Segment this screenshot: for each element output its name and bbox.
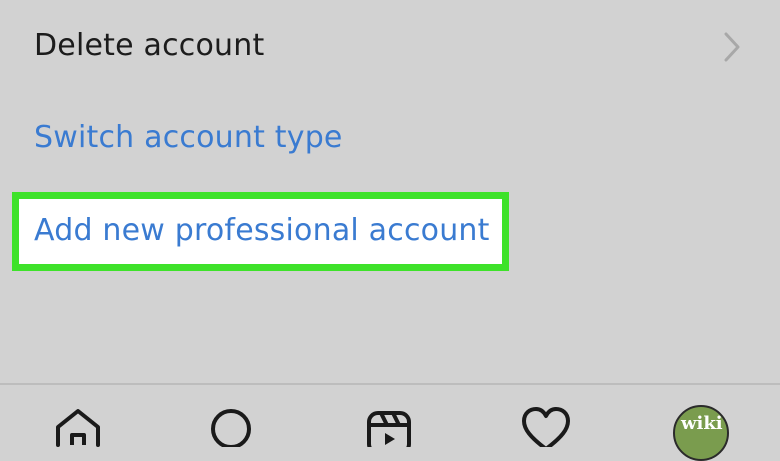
search-icon [211,409,251,447]
switch-account-type-row[interactable]: Switch account type [0,110,780,168]
watermark-logo: wiki [681,413,723,434]
delete-account-row[interactable]: Delete account [0,18,780,76]
delete-account-label: Delete account [34,28,265,63]
tab-search[interactable] [203,407,259,447]
home-icon [56,409,100,447]
tab-activity[interactable] [518,407,574,447]
chevron-right-icon [724,32,740,62]
add-professional-account-label: Add new professional account [34,213,490,248]
tab-reels[interactable] [361,407,417,447]
reels-icon [367,411,411,447]
bottom-tab-bar [0,383,780,447]
profile-avatar[interactable]: wiki [673,405,729,461]
tab-home[interactable] [50,407,106,447]
add-professional-account-button[interactable]: Add new professional account [12,192,509,271]
switch-account-type-label: Switch account type [34,120,343,155]
heart-icon [522,407,570,447]
